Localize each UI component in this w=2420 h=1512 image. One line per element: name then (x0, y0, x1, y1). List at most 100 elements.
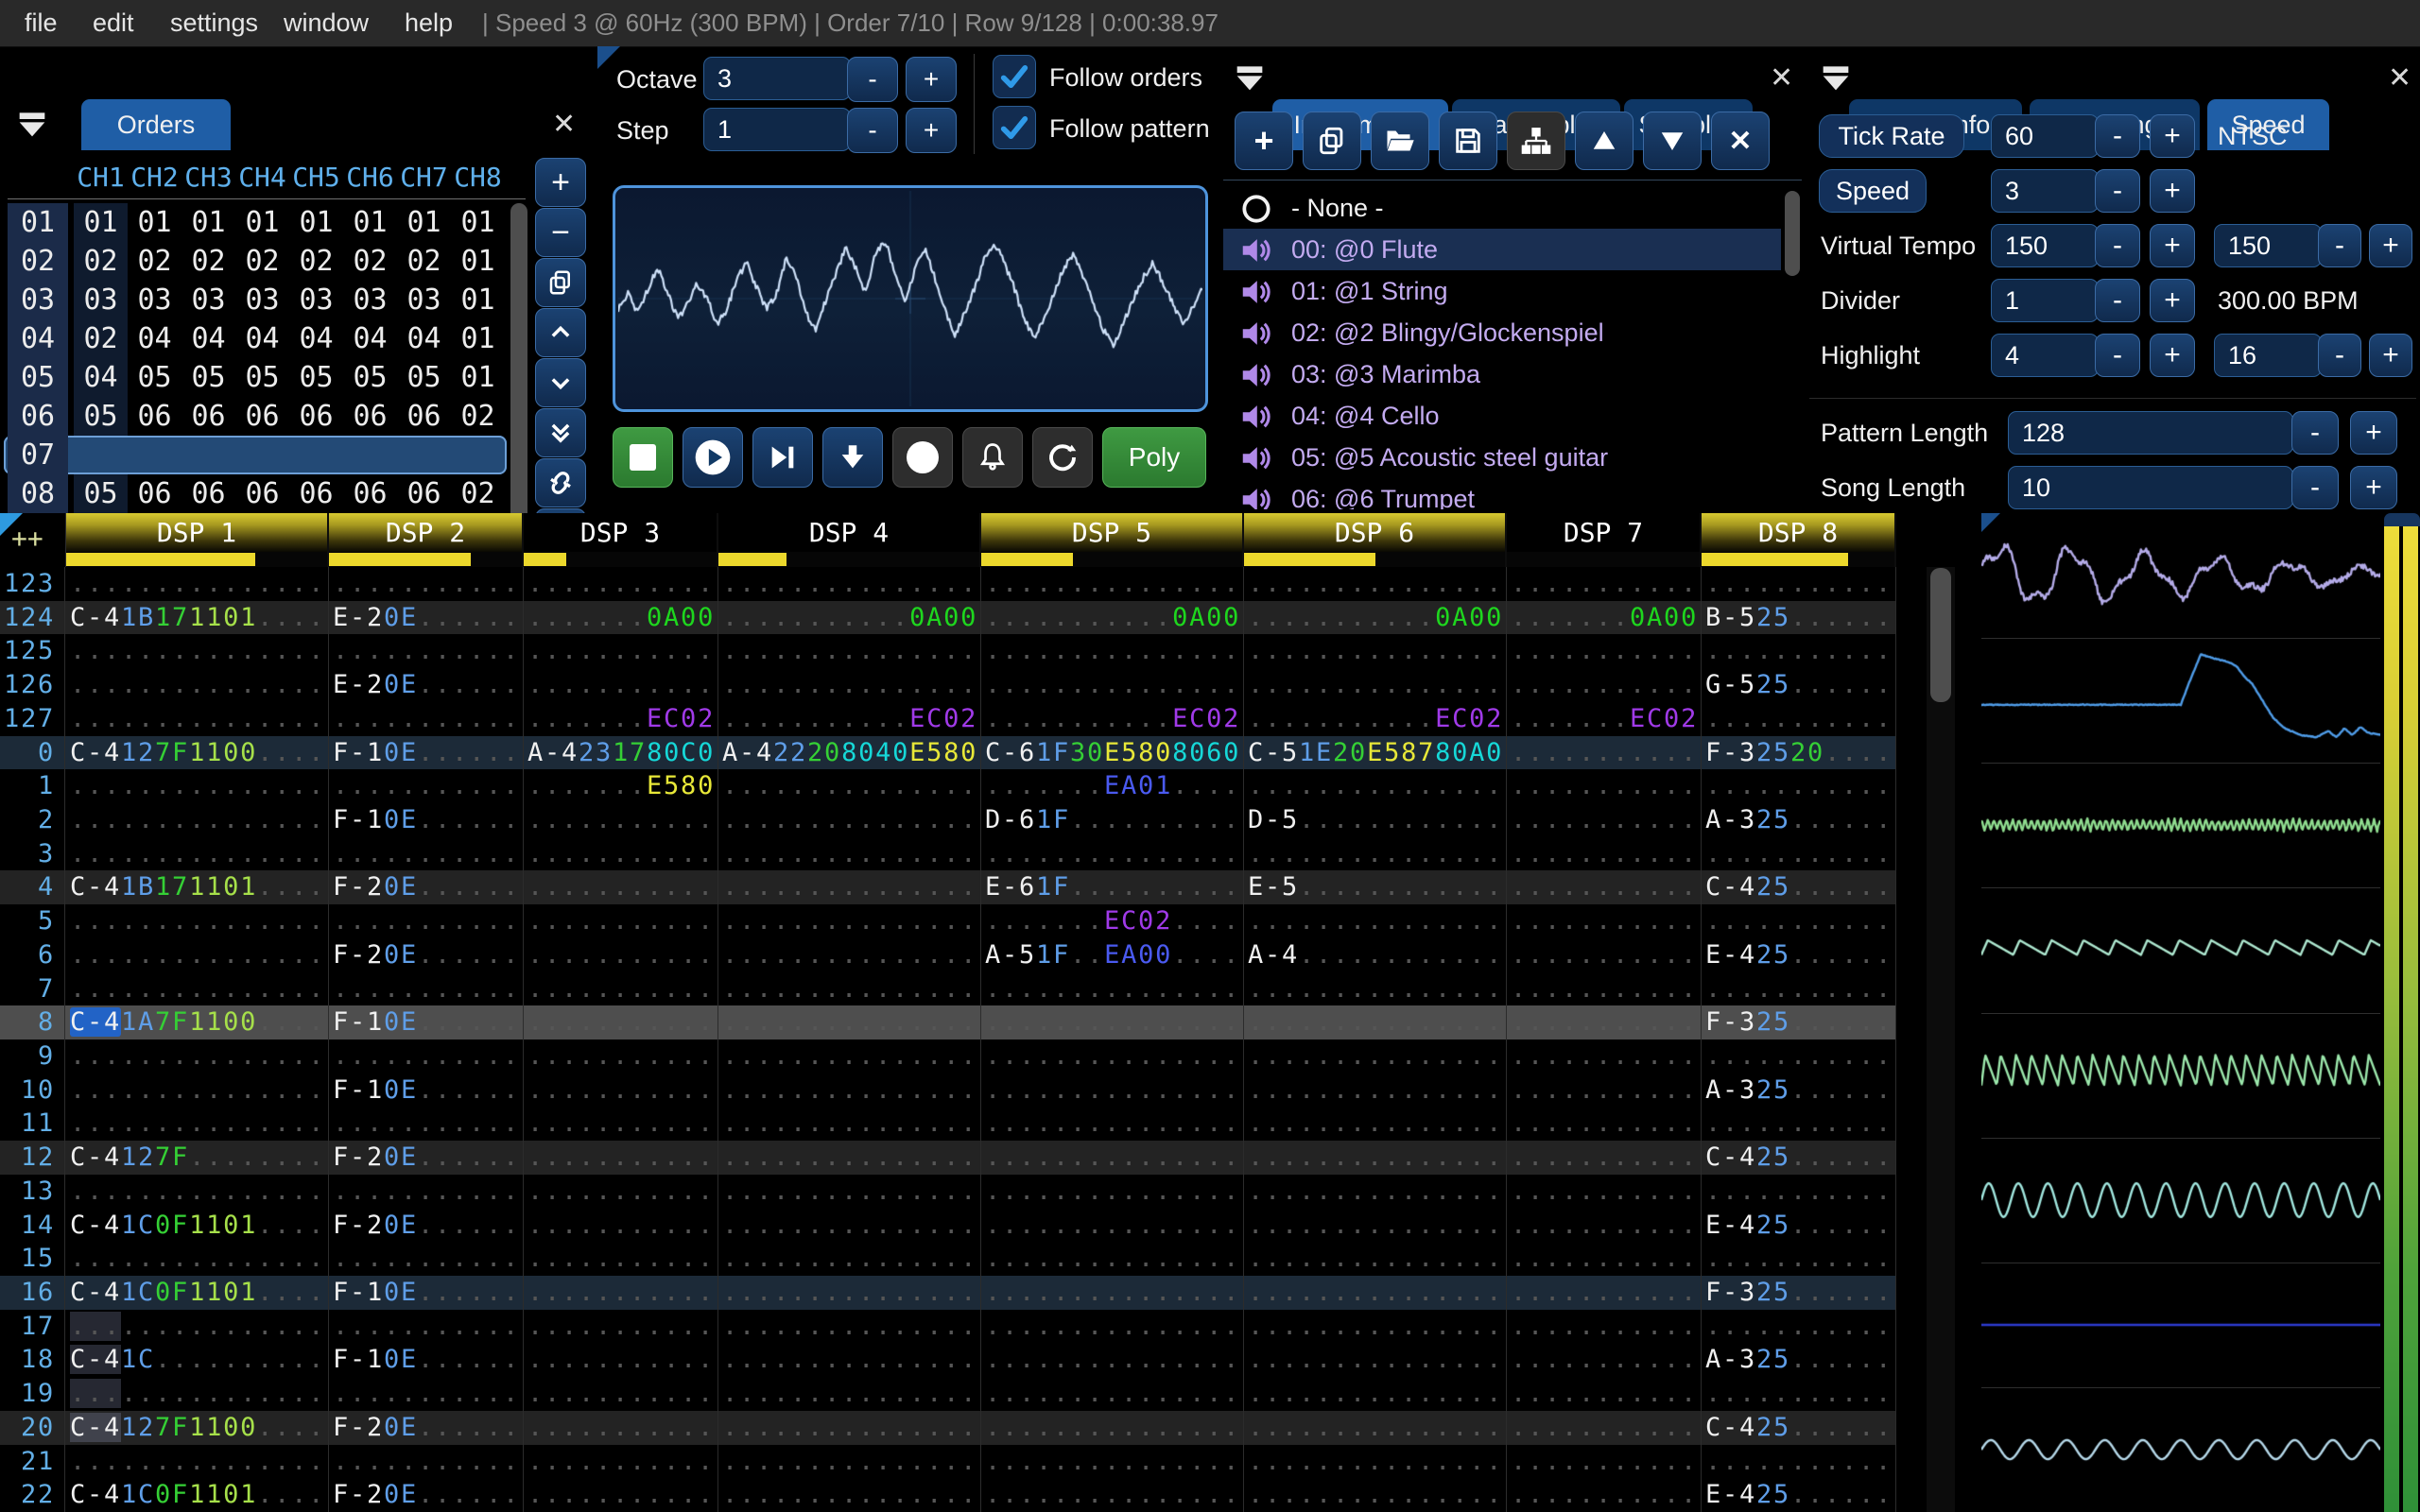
channel-header[interactable]: DSP 4 (718, 513, 981, 552)
pattern-cell[interactable]: ........... (329, 1174, 524, 1209)
order-row-index[interactable]: 03 (8, 281, 68, 319)
pattern-cell[interactable]: ........... (524, 971, 718, 1006)
pattern-cell[interactable]: C-41C0F1101.... (66, 1478, 329, 1512)
pattern-cell[interactable]: ............... (981, 668, 1244, 702)
pattern-cell[interactable]: ............... (66, 668, 329, 702)
pattern-length-decrement-button[interactable]: - (2291, 411, 2339, 455)
divider-increment-button[interactable]: + (2150, 279, 2195, 322)
pattern-cell[interactable]: ........... (1702, 1309, 1896, 1344)
repeat-button[interactable] (1032, 427, 1093, 488)
pattern-cell[interactable]: ........... (1702, 1377, 1896, 1411)
duplicate-instrument-button[interactable] (1303, 112, 1361, 170)
pattern-cell[interactable]: ............... (718, 1174, 981, 1209)
order-cell[interactable]: 01 (343, 203, 397, 242)
pattern-cell[interactable]: ............... (981, 1377, 1244, 1411)
order-cell[interactable]: 01 (397, 203, 451, 242)
pattern-cell[interactable]: ........... (1702, 836, 1896, 871)
pattern-cell[interactable]: ........... (1507, 1343, 1702, 1378)
follow-orders-checkbox[interactable] (993, 55, 1036, 98)
pattern-cell[interactable]: A-4............ (1244, 937, 1507, 972)
pattern-cell[interactable]: ........... (1702, 701, 1896, 736)
pattern-cell[interactable]: ........... (329, 904, 524, 938)
orders-scrollbar[interactable] (510, 203, 527, 549)
pattern-cell[interactable]: ........... (329, 634, 524, 669)
pattern-cell[interactable]: G-525...... (1702, 668, 1896, 702)
pattern-cell[interactable]: .......0A00 (524, 600, 718, 635)
pattern-cell[interactable]: ...........EC02 (981, 701, 1244, 736)
close-icon[interactable]: ✕ (552, 111, 576, 139)
order-cell[interactable]: 05 (397, 358, 451, 397)
pattern-cell[interactable]: ............... (981, 1141, 1244, 1175)
pattern-cell[interactable]: ............... (1244, 1410, 1507, 1445)
pattern-cell[interactable]: ............... (1244, 1478, 1507, 1512)
order-cell[interactable]: 01 (451, 319, 505, 358)
virtual-tempo-den-increment-button[interactable]: + (2369, 224, 2412, 267)
pattern-cell[interactable]: ........... (524, 1107, 718, 1142)
virtual-tempo-numerator-input[interactable]: 150 (1991, 224, 2099, 267)
pattern-cell[interactable]: C-4127F1100.... (66, 735, 329, 770)
order-cell[interactable]: 03 (128, 281, 182, 319)
pattern-cell[interactable]: D-61F.......... (981, 803, 1244, 837)
order-row-index[interactable]: 05 (8, 358, 68, 397)
menu-settings[interactable]: settings (164, 0, 264, 46)
pattern-cell[interactable]: ............... (718, 567, 981, 601)
pattern-cell[interactable]: ............... (1244, 1377, 1507, 1411)
pattern-cell[interactable]: ........... (1507, 1410, 1702, 1445)
octave-decrement-button[interactable]: - (847, 57, 898, 102)
pattern-cell[interactable]: ........... (524, 1242, 718, 1276)
pattern-cell[interactable]: ........... (1702, 769, 1896, 803)
pattern-cell[interactable]: ............... (981, 567, 1244, 601)
pattern-cell[interactable]: C-4127F........ (66, 1141, 329, 1175)
pattern-cell[interactable]: E-61F.......... (981, 870, 1244, 905)
pattern-cell[interactable]: ............... (1244, 668, 1507, 702)
order-cell[interactable]: 03 (182, 281, 235, 319)
unlink-order-button[interactable] (535, 458, 586, 507)
tick-rate-input[interactable]: 60 (1991, 114, 2099, 158)
channel-header[interactable]: DSP 2 (329, 513, 524, 552)
pattern-cell[interactable]: ............... (66, 937, 329, 972)
octave-input[interactable]: 3 (703, 57, 851, 100)
pattern-cell[interactable]: ........... (524, 634, 718, 669)
poly-toggle-button[interactable]: Poly (1102, 427, 1206, 488)
pattern-row[interactable]: 11......................................… (0, 1107, 1896, 1142)
remove-order-button[interactable]: − (535, 208, 586, 257)
pattern-cell[interactable]: ........... (524, 1141, 718, 1175)
pattern-cell[interactable]: C-41B171101.... (66, 870, 329, 905)
pattern-cell[interactable]: D-5............ (1244, 803, 1507, 837)
order-cell[interactable]: 02 (343, 242, 397, 281)
pattern-cell[interactable]: A-325...... (1702, 1073, 1896, 1108)
pattern-cell[interactable]: F-10E...... (329, 1005, 524, 1040)
pattern-cell[interactable]: ........... (524, 1309, 718, 1344)
order-cell[interactable]: 06 (289, 397, 343, 436)
pattern-cell[interactable]: ...........0A00 (1244, 600, 1507, 635)
speed-input[interactable]: 3 (1991, 169, 2099, 213)
pattern-cell[interactable]: ............... (1244, 1276, 1507, 1310)
pattern-row[interactable]: 5.......................................… (0, 904, 1896, 938)
pattern-row[interactable]: 19......................................… (0, 1377, 1896, 1411)
pattern-cell[interactable]: F-20E...... (329, 1410, 524, 1445)
pattern-row[interactable]: 13......................................… (0, 1174, 1896, 1209)
divider-input[interactable]: 1 (1991, 279, 2099, 322)
pattern-cell[interactable]: ............... (1244, 1073, 1507, 1108)
pattern-cell[interactable]: ........... (329, 1242, 524, 1276)
metronome-button[interactable] (962, 427, 1023, 488)
pattern-cell[interactable]: C-425...... (1702, 1410, 1896, 1445)
pattern-row[interactable]: 21......................................… (0, 1444, 1896, 1479)
pattern-cell[interactable]: ...........EC02 (1244, 701, 1507, 736)
order-cell[interactable]: 01 (289, 203, 343, 242)
collapse-icon[interactable] (1817, 59, 1855, 96)
pattern-cell[interactable]: ........... (1507, 937, 1702, 972)
move-order-down-button[interactable] (535, 358, 586, 407)
pattern-cell[interactable]: ............... (1244, 1040, 1507, 1074)
menu-window[interactable]: window (278, 0, 374, 46)
pattern-row[interactable]: 18 C-41C.......... F-10E..................… (0, 1343, 1896, 1378)
order-cell[interactable]: 04 (182, 319, 235, 358)
pattern-cell[interactable]: ............... (718, 668, 981, 702)
pattern-cell[interactable]: ............... (981, 1107, 1244, 1142)
collapse-icon[interactable] (13, 105, 51, 143)
instrument-list-item[interactable]: 03: @3 Marimba (1223, 353, 1781, 395)
pattern-cell[interactable]: ............... (1244, 1444, 1507, 1479)
add-order-button[interactable]: + (535, 158, 586, 207)
pattern-cell[interactable]: ........... (1507, 971, 1702, 1006)
channel-header[interactable]: DSP 6 (1244, 513, 1507, 552)
